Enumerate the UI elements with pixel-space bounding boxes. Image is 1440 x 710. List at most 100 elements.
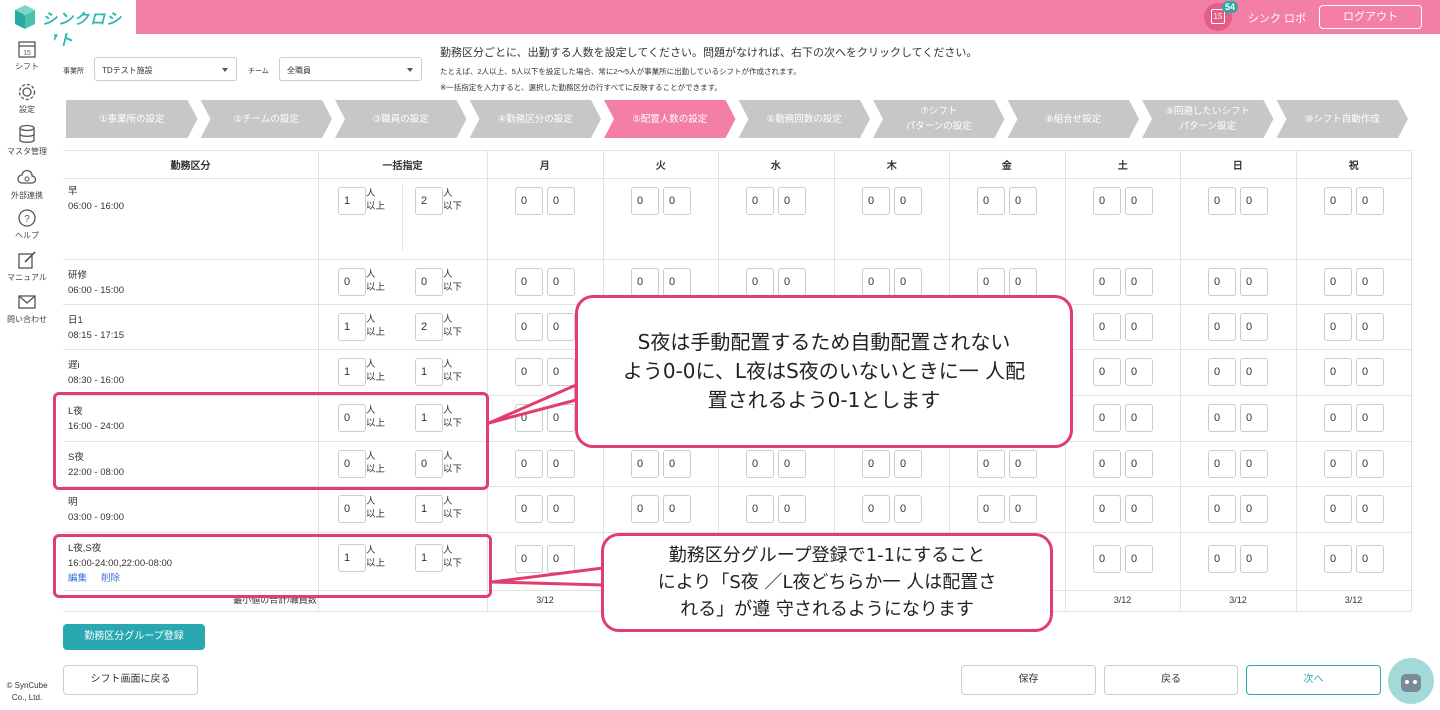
day-max-input[interactable]: 0 [1009,450,1037,478]
logout-button[interactable]: ログアウト [1319,5,1422,29]
day-max-input[interactable]: 0 [547,358,575,386]
step-7[interactable]: ⑦シフト パターンの設定 [873,100,1005,138]
day-min-input[interactable]: 0 [1093,545,1121,573]
day-max-input[interactable]: 0 [1240,404,1268,432]
sidebar-item-settings[interactable]: 設定 [0,82,54,115]
sidebar-item-contact[interactable]: 問い合わせ [0,292,54,325]
day-min-input[interactable]: 0 [1324,187,1352,215]
day-max-input[interactable]: 0 [1125,545,1153,573]
day-max-input[interactable]: 0 [663,495,691,523]
day-min-input[interactable]: 0 [1208,313,1236,341]
day-min-input[interactable]: 0 [746,268,774,296]
day-max-input[interactable]: 0 [894,268,922,296]
day-max-input[interactable]: 0 [547,404,575,432]
day-min-input[interactable]: 0 [977,450,1005,478]
day-max-input[interactable]: 0 [778,450,806,478]
sidebar-item-manual[interactable]: マニュアル [0,250,54,283]
day-max-input[interactable]: 0 [1356,268,1384,296]
day-max-input[interactable]: 0 [1125,450,1153,478]
day-max-input[interactable]: 0 [547,450,575,478]
day-max-input[interactable]: 0 [547,268,575,296]
bulk-min-input[interactable]: 1 [338,187,366,215]
day-max-input[interactable]: 0 [1356,313,1384,341]
day-min-input[interactable]: 0 [515,313,543,341]
day-max-input[interactable]: 0 [1356,187,1384,215]
day-min-input[interactable]: 0 [1208,268,1236,296]
step-8[interactable]: ⑧組合せ設定 [1008,100,1140,138]
day-min-input[interactable]: 0 [977,187,1005,215]
day-min-input[interactable]: 0 [1093,450,1121,478]
day-max-input[interactable]: 0 [1125,313,1153,341]
bulk-min-input[interactable]: 0 [338,268,366,296]
bulk-max-input[interactable]: 2 [415,187,443,215]
sidebar-item-help[interactable]: ? ヘルプ [0,208,54,241]
step-1[interactable]: ①事業所の設定 [66,100,198,138]
day-min-input[interactable]: 0 [631,450,659,478]
sidebar-item-master[interactable]: マスタ管理 [0,124,54,157]
step-2[interactable]: ②チームの設定 [201,100,333,138]
sidebar-item-integration[interactable]: 外部連携 [0,168,54,201]
day-min-input[interactable]: 0 [1324,404,1352,432]
day-max-input[interactable]: 0 [1356,404,1384,432]
day-min-input[interactable]: 0 [1093,404,1121,432]
day-min-input[interactable]: 0 [746,187,774,215]
day-min-input[interactable]: 0 [515,545,543,573]
day-max-input[interactable]: 0 [547,545,575,573]
step-4[interactable]: ④勤務区分の設定 [470,100,602,138]
step-9[interactable]: ⑨回避したいシフト パターン設定 [1142,100,1274,138]
back-button[interactable]: 戻る [1104,665,1238,695]
day-min-input[interactable]: 0 [862,187,890,215]
day-min-input[interactable]: 0 [1093,495,1121,523]
bulk-max-input[interactable]: 1 [415,495,443,523]
bulk-min-input[interactable]: 0 [338,495,366,523]
day-min-input[interactable]: 0 [515,495,543,523]
day-min-input[interactable]: 0 [631,495,659,523]
day-min-input[interactable]: 0 [862,495,890,523]
team-select[interactable]: 全職員 [279,57,422,81]
bulk-max-input[interactable]: 2 [415,313,443,341]
day-max-input[interactable]: 0 [663,268,691,296]
day-min-input[interactable]: 0 [1324,495,1352,523]
day-max-input[interactable]: 0 [1240,313,1268,341]
day-min-input[interactable]: 0 [862,450,890,478]
day-max-input[interactable]: 0 [1125,495,1153,523]
day-min-input[interactable]: 0 [1208,404,1236,432]
day-max-input[interactable]: 0 [1356,450,1384,478]
day-max-input[interactable]: 0 [1240,268,1268,296]
step-10[interactable]: ⑩シフト自動作成 [1277,100,1409,138]
bulk-min-input[interactable]: 1 [338,358,366,386]
day-min-input[interactable]: 0 [746,495,774,523]
shift-group-register-button[interactable]: 勤務区分グループ登録 [63,624,205,650]
day-min-input[interactable]: 0 [515,187,543,215]
day-max-input[interactable]: 0 [894,187,922,215]
sidebar-item-shift[interactable]: 15 シフト [0,39,54,72]
day-max-input[interactable]: 0 [894,495,922,523]
day-max-input[interactable]: 0 [1125,268,1153,296]
day-min-input[interactable]: 0 [1324,268,1352,296]
day-max-input[interactable]: 0 [1009,268,1037,296]
day-max-input[interactable]: 0 [663,450,691,478]
day-max-input[interactable]: 0 [547,495,575,523]
notification-button[interactable]: 15 54 [1204,1,1239,31]
save-button[interactable]: 保存 [961,665,1096,695]
day-min-input[interactable]: 0 [515,358,543,386]
day-max-input[interactable]: 0 [1240,495,1268,523]
day-min-input[interactable]: 0 [746,450,774,478]
next-button[interactable]: 次へ [1246,665,1381,695]
step-6[interactable]: ⑥勤務回数の設定 [739,100,871,138]
day-min-input[interactable]: 0 [1208,495,1236,523]
day-min-input[interactable]: 0 [1324,358,1352,386]
day-min-input[interactable]: 0 [1208,358,1236,386]
day-min-input[interactable]: 0 [1324,450,1352,478]
day-min-input[interactable]: 0 [1093,358,1121,386]
day-min-input[interactable]: 0 [1208,450,1236,478]
back-to-shift-button[interactable]: シフト画面に戻る [63,665,198,695]
bulk-max-input[interactable]: 1 [415,358,443,386]
day-max-input[interactable]: 0 [1240,187,1268,215]
day-max-input[interactable]: 0 [778,495,806,523]
day-max-input[interactable]: 0 [1009,495,1037,523]
day-max-input[interactable]: 0 [663,187,691,215]
day-max-input[interactable]: 0 [1356,358,1384,386]
day-min-input[interactable]: 0 [1324,545,1352,573]
day-max-input[interactable]: 0 [1125,404,1153,432]
